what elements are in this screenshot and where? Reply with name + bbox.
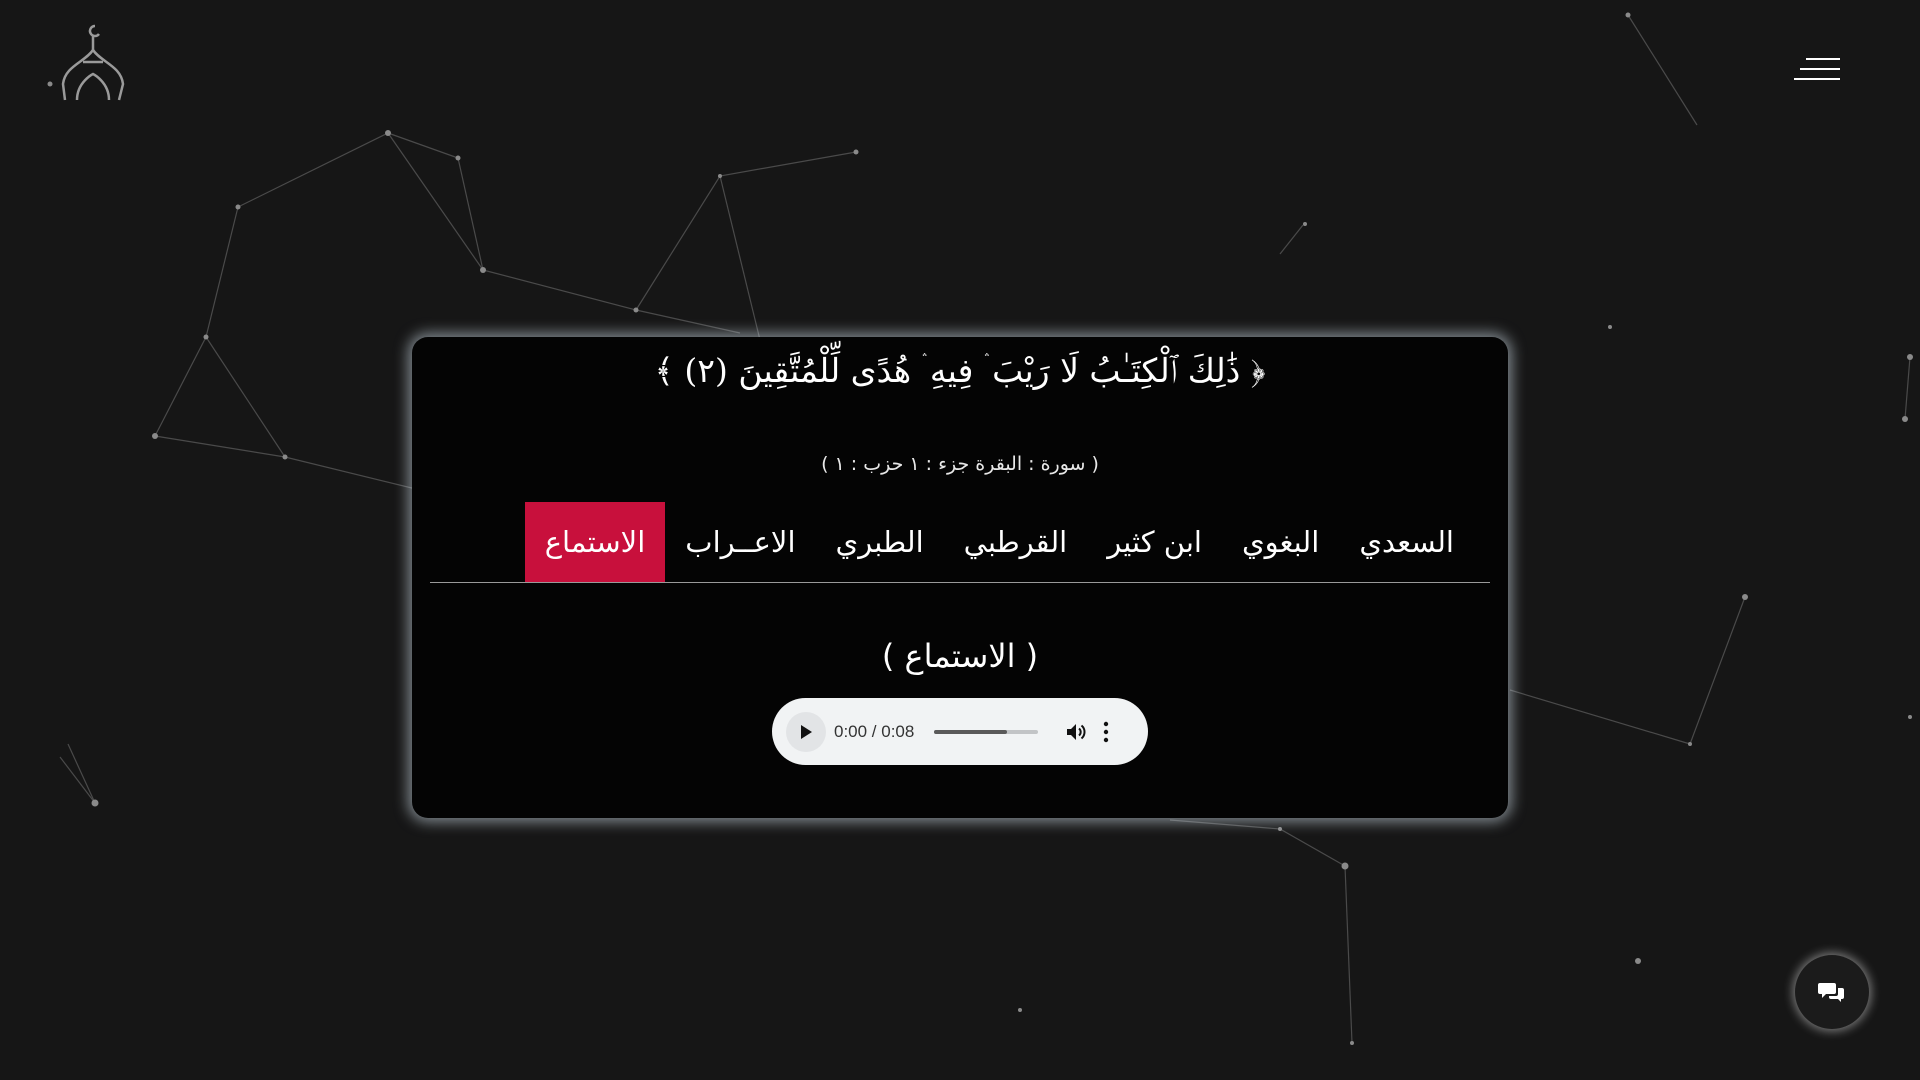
audio-time: 0:00 / 0:08 [834, 721, 915, 741]
volume-icon[interactable] [1064, 720, 1088, 744]
tab-baghawi[interactable]: البغوي [1222, 502, 1339, 582]
tab-listening[interactable]: الاستماع [524, 502, 666, 582]
tafsir-card: ﴿ ذَٰلِكَ ٱلْكِتَـٰبُ لَا رَيْبَ ۛ فِيهِ… [412, 337, 1508, 818]
hamburger-menu-icon[interactable] [1788, 54, 1840, 84]
more-vertical-icon[interactable] [1102, 721, 1110, 743]
verse-meta: ( سورة : البقرة جزء : ١ حزب : ١ ) [821, 453, 1099, 475]
chat-bubbles-icon [1818, 983, 1844, 1002]
volume-slider[interactable] [934, 729, 1039, 734]
play-icon [801, 724, 812, 739]
tab-qurtubi[interactable]: القرطبي [944, 502, 1088, 582]
tab-ibn-kathir[interactable]: ابن كثير [1087, 502, 1222, 582]
play-button[interactable] [786, 711, 826, 752]
section-title: ( الاستماع ) [881, 637, 1039, 675]
volume-slider-fill [934, 729, 1008, 734]
mosque-dome-icon[interactable] [55, 22, 130, 107]
audio-player: 0:00 / 0:08 [772, 698, 1148, 765]
verse-text: ﴿ ذَٰلِكَ ٱلْكِتَـٰبُ لَا رَيْبَ ۛ فِيهِ… [654, 351, 1266, 390]
tafsir-tabs: السعدي البغوي ابن كثير القرطبي الطبري ال… [430, 502, 1490, 583]
tab-tabari[interactable]: الطبري [816, 502, 944, 582]
tab-saadi[interactable]: السعدي [1339, 502, 1474, 582]
chat-button[interactable] [1795, 955, 1869, 1029]
tab-irab[interactable]: الاعــراب [665, 502, 815, 582]
